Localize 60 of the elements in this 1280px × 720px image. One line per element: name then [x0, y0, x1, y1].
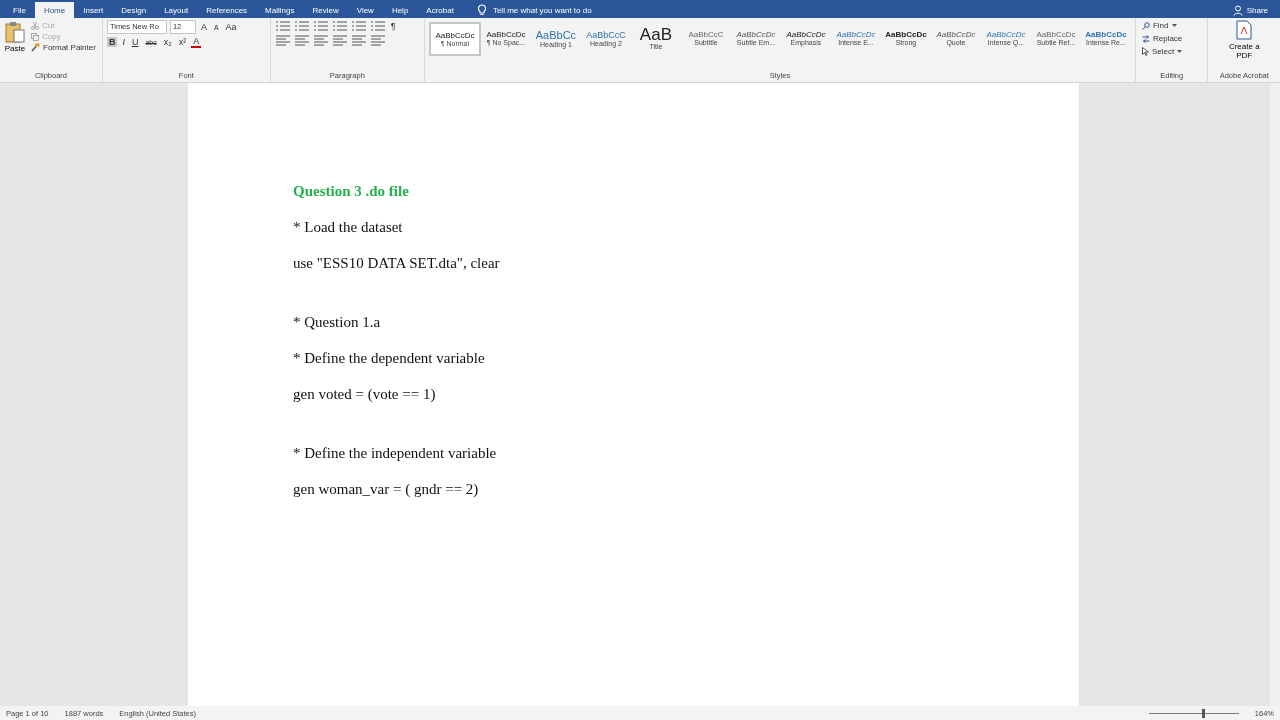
scrollbar[interactable] [1270, 83, 1280, 706]
bold-button[interactable]: B [106, 37, 118, 47]
align-icon[interactable] [312, 34, 329, 46]
list-icon[interactable] [350, 20, 367, 32]
underline-button[interactable]: U [129, 37, 141, 47]
ribbon-tab[interactable]: File [4, 2, 35, 18]
document-line: * Load the dataset [293, 219, 403, 235]
ribbon-tab[interactable]: Home [34, 2, 75, 18]
align-icon[interactable] [293, 34, 310, 46]
list-icon[interactable] [331, 20, 348, 32]
tell-me-field[interactable]: Tell me what you want to do [490, 4, 645, 16]
create-pdf-button[interactable]: Create a PDF [1224, 42, 1265, 60]
brush-icon [31, 43, 40, 52]
find-button[interactable]: Find [1139, 20, 1204, 31]
copy-icon [31, 32, 39, 41]
list-icon[interactable] [312, 20, 329, 32]
list-icon[interactable] [369, 20, 386, 32]
ribbon-tab[interactable]: Mailings [256, 2, 304, 18]
ribbon-tab[interactable]: Help [382, 2, 418, 18]
document-line: gen woman_var = ( gndr == 2) [293, 481, 479, 497]
document-line: gen voted = (vote == 1) [293, 386, 436, 402]
zoom-slider-thumb[interactable] [1201, 708, 1205, 718]
list-icon[interactable] [274, 20, 291, 32]
superscript-button[interactable]: x² [176, 37, 189, 47]
grow-font-button[interactable]: A [198, 22, 209, 32]
align-icon[interactable] [274, 34, 291, 46]
document-line: use "ESS10 DATA SET.dta", clear [293, 255, 500, 271]
italic-button[interactable]: I [120, 37, 127, 47]
document-line: * Question 1.a [293, 314, 381, 330]
ribbon-tab[interactable]: Layout [155, 2, 198, 18]
format-painter-button[interactable]: Format Painter [29, 42, 98, 53]
ribbon-tab[interactable]: Insert [74, 2, 113, 18]
subscript-button[interactable]: x₂ [161, 37, 174, 47]
document-line: * Define the dependent variable [293, 350, 485, 366]
ribbon-tab[interactable]: References [197, 2, 257, 18]
ribbon-tab[interactable]: Review [303, 2, 348, 18]
share-button[interactable]: Share [1226, 2, 1274, 18]
align-icon[interactable] [350, 34, 367, 46]
list-icon[interactable] [293, 20, 310, 32]
caret-icon [1171, 24, 1177, 27]
replace-icon [1141, 34, 1150, 43]
search-icon [1141, 21, 1150, 30]
document-line: Question 3 .do file [293, 183, 409, 199]
font-color-button[interactable]: A [191, 36, 202, 48]
select-button[interactable]: Select [1139, 46, 1204, 57]
ribbon-tab[interactable]: Design [112, 2, 156, 18]
ribbon-tab[interactable]: Acrobat [417, 2, 463, 18]
document-line: * Define the independent variable [293, 445, 497, 461]
replace-button[interactable]: Replace [1139, 33, 1204, 44]
pilcrow-button[interactable]: ¶ [388, 21, 398, 31]
align-icon[interactable] [369, 34, 386, 46]
caret-icon [1177, 50, 1183, 53]
change-case-button[interactable]: Aa [223, 22, 239, 32]
align-icon[interactable] [331, 34, 348, 46]
person-icon [1232, 4, 1244, 16]
paste-button[interactable]: Paste [4, 20, 26, 71]
cursor-icon [1141, 47, 1149, 56]
scissors-icon [31, 21, 39, 30]
lightbulb-icon [476, 4, 487, 16]
ribbon-tab[interactable]: View [347, 2, 383, 18]
